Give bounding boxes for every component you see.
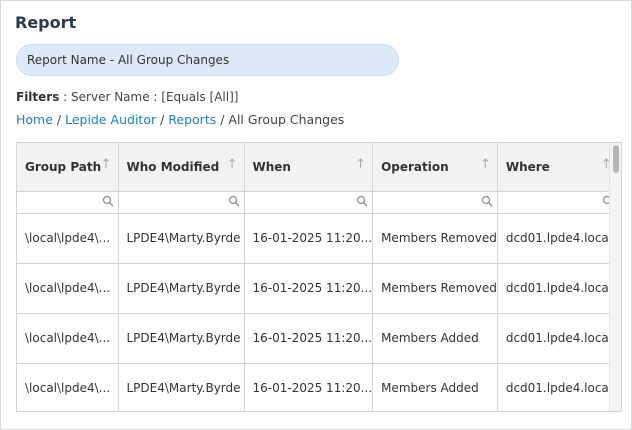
column-filter-input[interactable] bbox=[372, 191, 498, 214]
column-header-who-modified[interactable]: Who Modified ↑ bbox=[118, 143, 245, 192]
breadcrumb-separator: / bbox=[156, 112, 169, 127]
breadcrumb-current: All Group Changes bbox=[228, 112, 345, 127]
search-icon[interactable] bbox=[228, 195, 240, 207]
cell-who-modified: LPDE4\Marty.Byrde bbox=[118, 363, 245, 411]
cell-when: 16-01-2025 11:20... bbox=[244, 263, 374, 314]
cell-group-path: \local\lpde4\... bbox=[17, 213, 119, 264]
column-header-label: Where bbox=[505, 159, 550, 174]
cell-where: dcd01.lpde4.local bbox=[497, 213, 619, 264]
scrollbar-thumb[interactable] bbox=[613, 145, 619, 173]
search-icon[interactable] bbox=[102, 195, 114, 207]
cell-who-modified: LPDE4\Marty.Byrde bbox=[118, 263, 245, 314]
cell-operation: Members Removed bbox=[372, 263, 498, 314]
breadcrumb: Home / Lepide Auditor / Reports / All Gr… bbox=[16, 112, 344, 127]
table-row[interactable]: \local\lpde4\... LPDE4\Marty.Byrde 16-01… bbox=[17, 213, 619, 264]
cell-operation: Members Added bbox=[372, 313, 498, 364]
cell-operation: Members Added bbox=[372, 363, 498, 411]
filters-summary: Filters : Server Name : [Equals [All]] bbox=[16, 90, 238, 104]
sort-arrow-icon[interactable]: ↑ bbox=[355, 157, 366, 172]
cell-when: 16-01-2025 11:20... bbox=[244, 213, 374, 264]
breadcrumb-lepide-auditor-link[interactable]: Lepide Auditor bbox=[65, 112, 156, 127]
cell-when: 16-01-2025 11:20... bbox=[244, 313, 374, 364]
column-header-label: Who Modified bbox=[126, 159, 220, 174]
header-row: Group Path ↑ Who Modified ↑ When ↑ Operatio… bbox=[17, 143, 619, 192]
cell-group-path: \local\lpde4\... bbox=[17, 263, 119, 314]
breadcrumb-home-link[interactable]: Home bbox=[16, 112, 53, 127]
vertical-scrollbar[interactable] bbox=[609, 143, 621, 411]
column-header-where[interactable]: Where ↑ bbox=[497, 143, 619, 192]
filters-label: Filters bbox=[16, 90, 60, 104]
column-header-operation[interactable]: Operation ↑ bbox=[372, 143, 498, 192]
table-row[interactable]: \local\lpde4\... LPDE4\Marty.Byrde 16-01… bbox=[17, 263, 619, 314]
column-filter-input[interactable] bbox=[17, 191, 119, 214]
column-filter-input[interactable] bbox=[497, 191, 619, 214]
sort-arrow-icon[interactable]: ↑ bbox=[227, 157, 238, 172]
column-header-when[interactable]: When ↑ bbox=[244, 143, 374, 192]
report-window: Report Report Name - All Group Changes F… bbox=[0, 0, 632, 430]
cell-when: 16-01-2025 11:20... bbox=[244, 363, 374, 411]
report-name-field: Report Name - All Group Changes bbox=[16, 44, 399, 76]
cell-where: dcd01.lpde4.local bbox=[497, 263, 619, 314]
column-header-group-path[interactable]: Group Path ↑ bbox=[17, 143, 119, 192]
cell-where: dcd01.lpde4.local bbox=[497, 313, 619, 364]
table-row[interactable]: \local\lpde4\... LPDE4\Marty.Byrde 16-01… bbox=[17, 363, 619, 411]
breadcrumb-separator: / bbox=[52, 112, 66, 127]
column-filter-input[interactable] bbox=[244, 191, 374, 214]
cell-who-modified: LPDE4\Marty.Byrde bbox=[118, 313, 245, 364]
search-icon[interactable] bbox=[356, 195, 368, 207]
sort-arrow-icon[interactable]: ↑ bbox=[480, 157, 491, 172]
report-grid: Group Path ↑ Who Modified ↑ When ↑ Operatio… bbox=[16, 142, 622, 412]
filters-value: : Server Name : [Equals [All]] bbox=[59, 90, 239, 104]
report-table: Group Path ↑ Who Modified ↑ When ↑ Operatio… bbox=[17, 143, 619, 411]
column-header-label: Operation bbox=[381, 159, 449, 174]
table-row[interactable]: \local\lpde4\... LPDE4\Marty.Byrde 16-01… bbox=[17, 313, 619, 364]
search-icon[interactable] bbox=[481, 195, 493, 207]
filter-row bbox=[17, 191, 619, 214]
column-header-label: When bbox=[252, 159, 291, 174]
column-filter-input[interactable] bbox=[118, 191, 245, 214]
cell-group-path: \local\lpde4\... bbox=[17, 363, 119, 411]
cell-where: dcd01.lpde4.local bbox=[497, 363, 619, 411]
page-title: Report bbox=[15, 13, 77, 32]
breadcrumb-reports-link[interactable]: Reports bbox=[168, 112, 216, 127]
cell-who-modified: LPDE4\Marty.Byrde bbox=[118, 213, 245, 264]
cell-group-path: \local\lpde4\... bbox=[17, 313, 119, 364]
breadcrumb-separator: / bbox=[216, 112, 229, 127]
sort-arrow-icon[interactable]: ↑ bbox=[101, 157, 112, 172]
cell-operation: Members Removed bbox=[372, 213, 498, 264]
column-header-label: Group Path bbox=[25, 159, 102, 174]
